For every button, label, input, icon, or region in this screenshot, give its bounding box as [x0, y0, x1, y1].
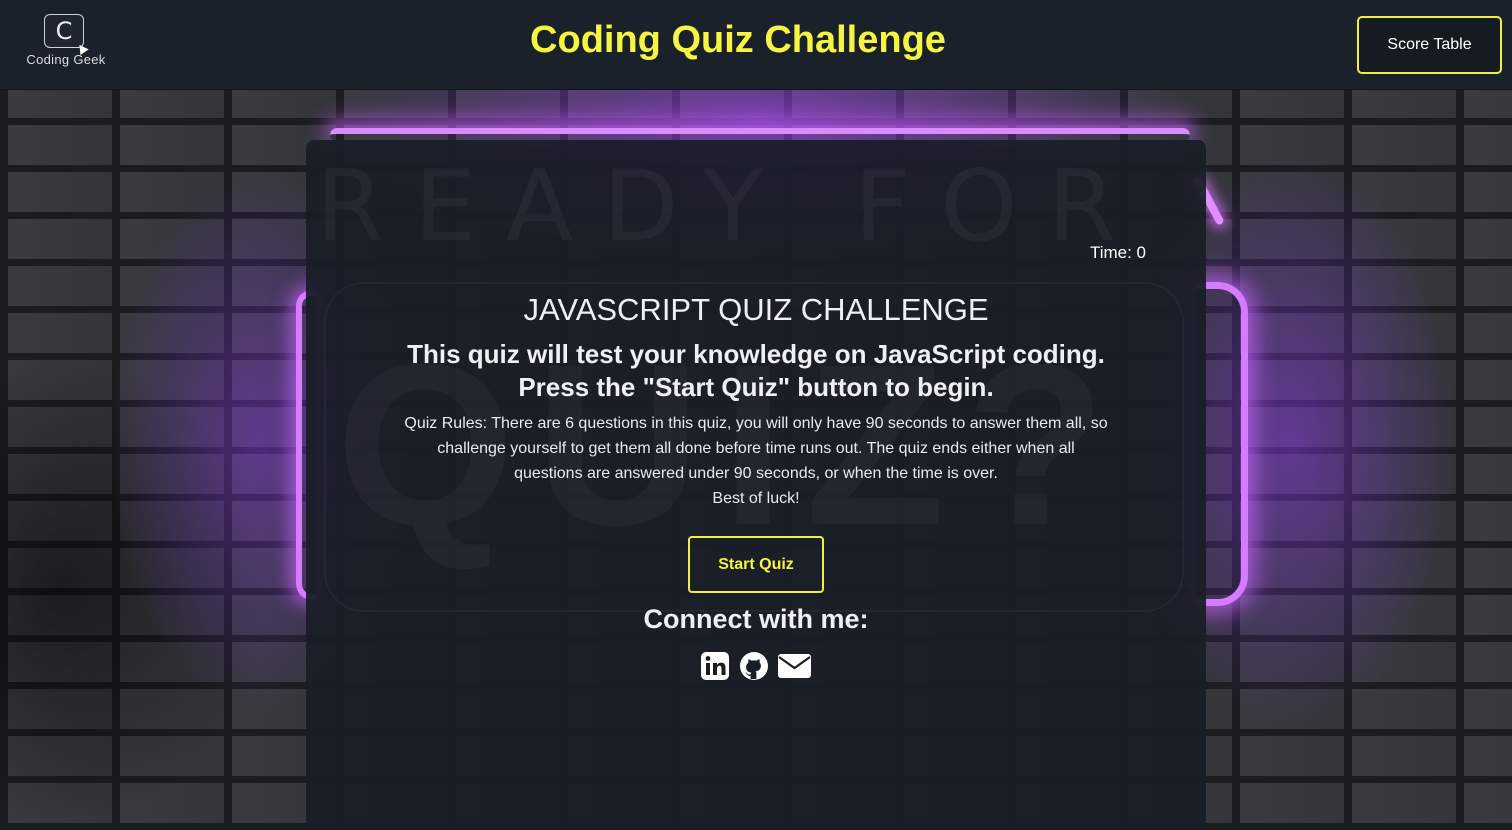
- timer: Time: 0: [1089, 243, 1146, 262]
- quiz-heading: JAVASCRIPT QUIZ CHALLENGE: [523, 292, 989, 327]
- subheading-line-1: This quiz will test your knowledge on Ja…: [407, 339, 1105, 369]
- subheading-line-2: Press the "Start Quiz" button to begin.: [518, 372, 994, 402]
- quiz-subheading: This quiz will test your knowledge on Ja…: [396, 338, 1116, 404]
- score-table-button[interactable]: Score Table: [1357, 16, 1502, 74]
- start-quiz-button[interactable]: Start Quiz: [688, 536, 824, 593]
- quiz-rules: Quiz Rules: There are 6 questions in thi…: [401, 411, 1111, 511]
- page-title: Coding Quiz Challenge: [530, 19, 946, 61]
- github-icon[interactable]: [739, 651, 769, 681]
- quiz-panel: READY FOR A QUIZ? Time: 0 JAVASCRIPT QUI…: [306, 140, 1206, 830]
- social-links: [700, 650, 812, 682]
- rules-text: Quiz Rules: There are 6 questions in thi…: [404, 415, 1108, 482]
- connect-title: Connect with me:: [643, 604, 869, 634]
- envelope-icon[interactable]: [777, 652, 812, 680]
- linkedin-icon[interactable]: [700, 651, 730, 681]
- top-header: C Coding Geek Coding Quiz Challenge Scor…: [0, 0, 1512, 90]
- best-of-luck-text: Best of luck!: [712, 490, 800, 507]
